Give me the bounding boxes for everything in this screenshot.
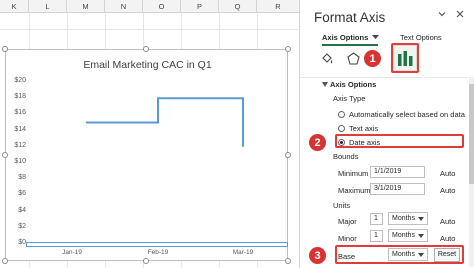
- x-tick-label: Mar-19: [232, 249, 254, 256]
- minimum-input[interactable]: 1/1/2019: [370, 166, 425, 178]
- chevron-down-icon: [418, 234, 424, 238]
- column-header-l[interactable]: L: [29, 0, 67, 13]
- section-axis-options[interactable]: Axis Options: [330, 80, 376, 89]
- y-tick-label: $18: [14, 93, 26, 101]
- radio-auto-select-label: Automatically select based on data: [349, 110, 465, 119]
- resize-handle[interactable]: [2, 258, 8, 264]
- major-unit-dropdown[interactable]: Months: [388, 212, 428, 225]
- y-tick-label: $2: [18, 222, 26, 230]
- y-tick-label: $14: [14, 125, 26, 133]
- minor-unit-input[interactable]: 1: [370, 230, 383, 242]
- radio-text-axis-label: Text axis: [349, 124, 379, 133]
- highlight-box-date-axis: [335, 134, 464, 148]
- fill-line-icon[interactable]: [320, 51, 335, 66]
- highlight-box-base-units: [335, 245, 464, 264]
- resize-handle[interactable]: [143, 258, 149, 264]
- pane-scroll-thumb[interactable]: [469, 84, 474, 184]
- tab-text-options[interactable]: Text Options: [400, 33, 442, 42]
- minimum-auto-button[interactable]: Auto: [440, 169, 455, 178]
- maximum-label: Maximum: [338, 186, 371, 195]
- callout-badge-2: 2: [308, 133, 327, 152]
- major-label: Major: [338, 217, 357, 226]
- column-header-k[interactable]: K: [0, 0, 29, 13]
- column-header-q[interactable]: Q: [219, 0, 257, 13]
- chevron-down-icon[interactable]: [438, 10, 446, 21]
- chevron-down-icon: [372, 35, 380, 39]
- tab-axis-options-label: Axis Options: [322, 33, 369, 42]
- collapse-triangle-icon[interactable]: [322, 82, 328, 87]
- x-tick-label: Feb-19: [147, 249, 169, 256]
- minor-label: Minor: [338, 234, 357, 243]
- resize-handle[interactable]: [285, 152, 291, 158]
- active-tab-indicator: [322, 44, 378, 46]
- plot-area[interactable]: [6, 50, 289, 262]
- major-auto-button[interactable]: Auto: [440, 217, 455, 226]
- y-tick-label: $12: [14, 141, 26, 149]
- format-axis-pane: Format Axis Axis Options Text Options Ax…: [299, 0, 474, 268]
- maximum-auto-button[interactable]: Auto: [440, 186, 455, 195]
- major-unit-input[interactable]: 1: [370, 213, 383, 225]
- y-tick-label: $4: [18, 206, 26, 214]
- units-label: Units: [333, 201, 351, 210]
- horizontal-axis-selection[interactable]: [26, 242, 288, 247]
- minor-auto-button[interactable]: Auto: [440, 234, 455, 243]
- resize-handle[interactable]: [285, 46, 291, 52]
- chevron-down-icon: [418, 217, 424, 221]
- close-icon[interactable]: [456, 10, 464, 21]
- minor-unit-dropdown-value: Months: [392, 232, 415, 239]
- highlight-box-chart-icon: [391, 43, 419, 73]
- column-header-p[interactable]: P: [181, 0, 219, 13]
- pane-title: Format Axis: [314, 10, 386, 25]
- y-tick-label: $20: [14, 77, 26, 84]
- chart-object[interactable]: Email Marketing CAC in Q1 $20 $18 $16 $14 $1…: [5, 49, 288, 261]
- tab-axis-options[interactable]: Axis Options: [322, 33, 380, 42]
- minimum-label: Minimum: [338, 169, 369, 178]
- y-tick-label: $16: [14, 109, 26, 117]
- column-header-r[interactable]: R: [257, 0, 299, 13]
- callout-badge-3: 3: [308, 246, 327, 265]
- y-tick-label: $10: [14, 158, 26, 165]
- worksheet[interactable]: K L M N O P Q R Email Marketing CAC in Q…: [0, 0, 299, 268]
- y-tick-label: $8: [18, 174, 26, 182]
- resize-handle[interactable]: [2, 152, 8, 158]
- column-header-bar: K L M N O P Q R: [0, 0, 299, 13]
- axis-type-label: Axis Type: [333, 94, 366, 103]
- divider: [300, 77, 468, 78]
- resize-handle[interactable]: [143, 46, 149, 52]
- radio-text-axis[interactable]: [338, 125, 345, 132]
- resize-handle[interactable]: [285, 258, 291, 264]
- major-unit-dropdown-value: Months: [392, 215, 415, 222]
- bounds-label: Bounds: [333, 152, 359, 161]
- series-line[interactable]: [85, 97, 244, 147]
- column-header-n[interactable]: N: [105, 0, 143, 13]
- resize-handle[interactable]: [2, 46, 8, 52]
- column-header-m[interactable]: M: [67, 0, 105, 13]
- minor-unit-dropdown[interactable]: Months: [388, 229, 428, 242]
- y-tick-label: $0: [18, 239, 26, 246]
- x-tick-label: Jan-19: [62, 249, 82, 256]
- row-gridline: [0, 29, 299, 30]
- maximum-input[interactable]: 3/1/2019: [370, 183, 425, 195]
- radio-auto-select[interactable]: [338, 111, 345, 118]
- callout-badge-1: 1: [363, 49, 382, 68]
- y-tick-label: $6: [18, 190, 26, 198]
- effects-icon[interactable]: [346, 51, 361, 66]
- column-header-o[interactable]: O: [143, 0, 181, 13]
